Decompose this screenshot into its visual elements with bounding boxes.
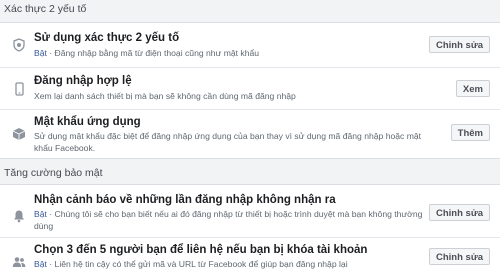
setting-description: Bật · Chúng tôi sẽ cho bạn biết nếu ai đ… [34,208,424,232]
setting-title: Sử dụng xác thực 2 yếu tố [34,32,180,44]
two-factor-card: Sử dụng xác thực 2 yếu tố Bật · Đăng nhậ… [0,22,500,159]
setting-row-two-factor: Sử dụng xác thực 2 yếu tố Bật · Đăng nhậ… [0,23,500,67]
box-icon [12,127,26,141]
shield-icon [12,38,26,52]
setting-description-text: Xem lại danh sách thiết bị mà bạn sẽ khô… [34,91,296,101]
phone-icon [12,82,26,96]
section-header-two-factor: Xác thực 2 yếu tố [0,0,500,22]
setting-description: Bật · Đăng nhập bằng mã từ điện thoại cũ… [34,47,424,59]
setting-title: Mật khẩu ứng dụng [34,116,141,128]
edit-button[interactable]: Chỉnh sửa [429,204,490,221]
status-badge: Bật [34,259,47,269]
view-button[interactable]: Xem [455,80,490,97]
friends-icon [12,255,26,269]
setting-description-text: Đăng nhập bằng mã từ điện thoại cũng như… [54,48,260,58]
setting-row-trusted-contacts: Chọn 3 đến 5 người bạn để liên hệ nếu bạ… [0,237,500,278]
setting-row-authorized-logins: Đăng nhập hợp lệ Xem lại danh sách thiết… [0,67,500,109]
setting-title: Chọn 3 đến 5 người bạn để liên hệ nếu bạ… [34,244,368,256]
setting-description-text: Sử dụng mật khẩu đặc biệt để đăng nhập ứ… [34,131,422,153]
setting-description-text: Chúng tôi sẽ cho bạn biết nếu ai đó đăng… [34,209,423,231]
add-button[interactable]: Thêm [450,124,490,141]
extra-security-card: Nhận cảnh báo về những lần đăng nhập khô… [0,184,500,278]
setting-description: Sử dụng mật khẩu đặc biệt để đăng nhập ứ… [34,130,424,154]
setting-description-text: Liên hệ tin cậy có thể gửi mã và URL từ … [54,259,348,269]
setting-title: Đăng nhập hợp lệ [34,75,132,87]
setting-row-app-passwords: Mật khẩu ứng dụng Sử dụng mật khẩu đặc b… [0,109,500,159]
setting-description: Xem lại danh sách thiết bị mà bạn sẽ khô… [34,90,424,102]
setting-description: Bật · Liên hệ tin cậy có thể gửi mã và U… [34,258,424,270]
edit-button[interactable]: Chỉnh sửa [429,36,490,53]
setting-title: Nhận cảnh báo về những lần đăng nhập khô… [34,194,336,206]
setting-row-login-alerts: Nhận cảnh báo về những lần đăng nhập khô… [0,185,500,237]
status-badge: Bật [34,48,47,58]
bell-icon [12,209,26,223]
status-badge: Bật [34,209,47,219]
edit-button[interactable]: Chỉnh sửa [429,248,490,265]
section-header-extra-security: Tăng cường bảo mật [0,158,500,184]
